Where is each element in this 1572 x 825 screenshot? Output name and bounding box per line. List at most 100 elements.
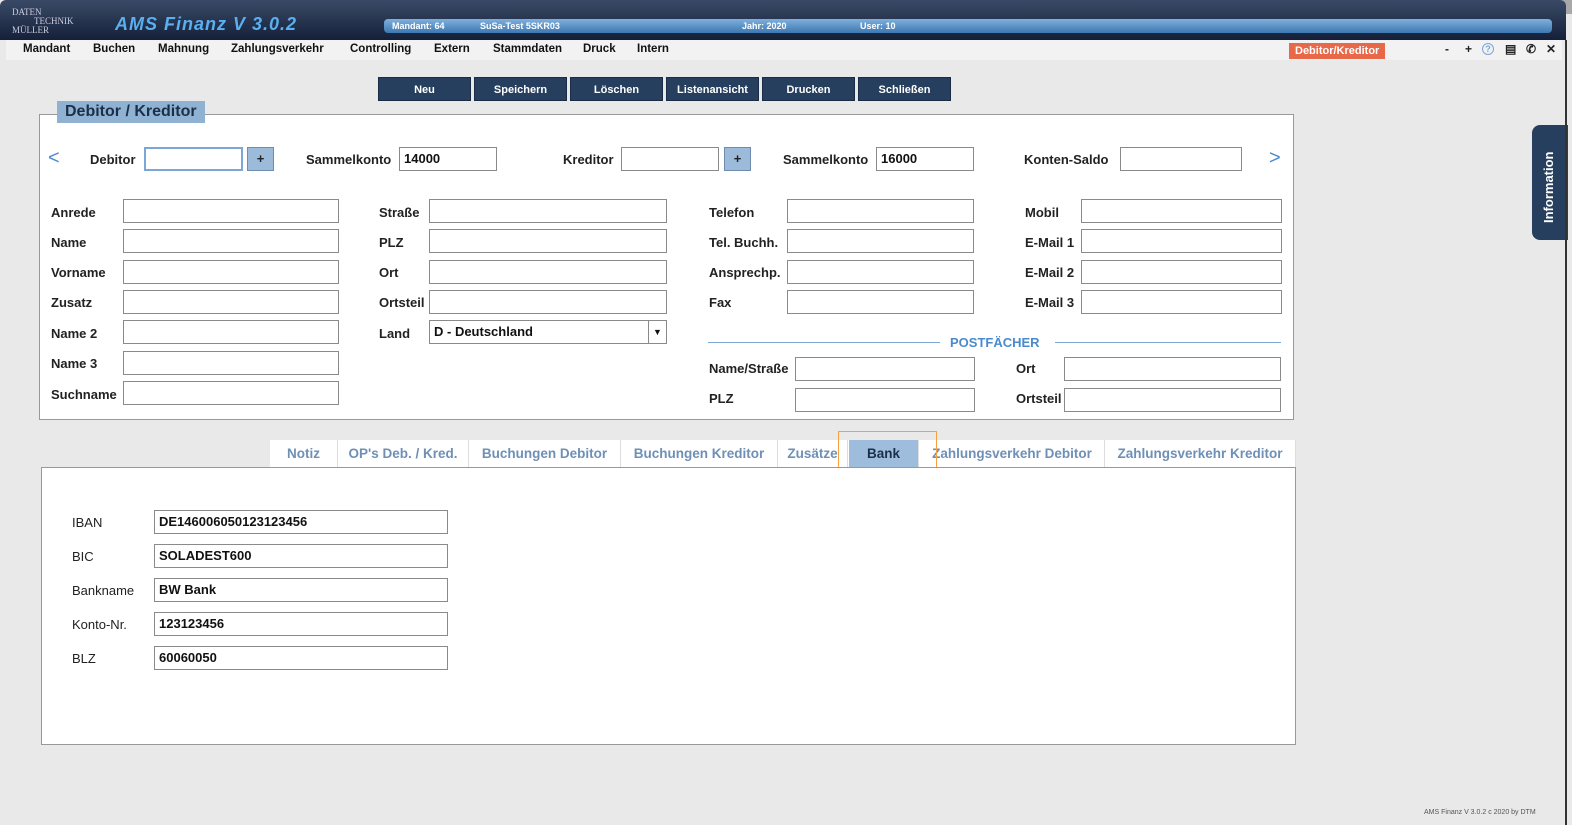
email3-input[interactable] [1081, 290, 1282, 314]
ansprechp-input[interactable] [787, 260, 974, 284]
mobil-input[interactable] [1081, 199, 1282, 223]
new-button[interactable]: Neu [378, 77, 471, 101]
phone-icon[interactable]: ✆ [1526, 42, 1536, 56]
tab-buchungen-debitor[interactable]: Buchungen Debitor [469, 440, 621, 467]
konto-nr-input[interactable]: 123123456 [154, 612, 448, 636]
mobil-label: Mobil [1025, 205, 1059, 220]
debitor-input[interactable] [144, 147, 243, 171]
print-button[interactable]: Drucken [762, 77, 855, 101]
mandant-name: SuSa-Test 5SKR03 [480, 21, 560, 31]
tel-buchh-input[interactable] [787, 229, 974, 253]
tel-buchh-label: Tel. Buchh. [709, 235, 779, 250]
panel-title: Debitor / Kreditor [57, 101, 205, 123]
notes-icon[interactable]: ▤ [1505, 42, 1516, 56]
strasse-label: Straße [379, 205, 420, 220]
pf-ort-input[interactable] [1064, 357, 1281, 381]
delete-button[interactable]: Löschen [570, 77, 663, 101]
tab-ops[interactable]: OP's Deb. / Kred. [338, 440, 469, 467]
bankname-label: Bankname [72, 583, 135, 598]
bic-label: BIC [72, 549, 94, 564]
help-icon[interactable]: ? [1482, 43, 1494, 55]
tab-zahlungsverkehr-kreditor[interactable]: Zahlungsverkehr Kreditor [1105, 440, 1296, 467]
name2-label: Name 2 [51, 326, 98, 341]
maximize-icon[interactable]: + [1465, 42, 1472, 56]
email1-input[interactable] [1081, 229, 1282, 253]
land-value: D - Deutschland [434, 324, 533, 339]
tab-notiz[interactable]: Notiz [270, 440, 338, 467]
email2-input[interactable] [1081, 260, 1282, 284]
pf-name-input[interactable] [795, 357, 975, 381]
window-edge [1565, 40, 1567, 825]
menu-intern[interactable]: Intern [637, 43, 669, 55]
app-title: AMS Finanz V 3.0.2 [115, 14, 298, 34]
prev-record-icon[interactable]: < [48, 147, 60, 170]
logo-line: MÜLLER [12, 25, 49, 35]
name2-input[interactable] [123, 320, 339, 344]
sammelkonto-label: Sammelkonto [783, 152, 869, 167]
ortsteil-input[interactable] [429, 290, 667, 314]
iban-input[interactable]: DE146006050123123456 [154, 510, 448, 534]
menu-mandant[interactable]: Mandant [23, 43, 70, 55]
bank-panel [41, 467, 1296, 745]
minimize-icon[interactable]: - [1445, 42, 1449, 56]
ort-input[interactable] [429, 260, 667, 284]
ortsteil-label: Ortsteil [379, 295, 425, 310]
land-label: Land [379, 326, 411, 341]
chevron-down-icon[interactable]: ▼ [648, 321, 666, 343]
menu-zahlungsverkehr[interactable]: Zahlungsverkehr [231, 43, 324, 55]
blz-input[interactable]: 60060050 [154, 646, 448, 670]
name-label: Name [51, 235, 87, 250]
menu-mahnung[interactable]: Mahnung [158, 43, 209, 55]
pf-ort-label: Ort [1016, 361, 1036, 376]
pf-plz-input[interactable] [795, 388, 975, 412]
information-side-tab[interactable]: Information [1532, 125, 1568, 240]
kreditor-input[interactable] [621, 147, 719, 171]
zusatz-label: Zusatz [51, 295, 93, 310]
menu-extern[interactable]: Extern [434, 43, 470, 55]
divider [708, 342, 940, 343]
suchname-input[interactable] [123, 381, 339, 405]
land-select[interactable]: D - Deutschland ▼ [429, 320, 667, 344]
pf-ortsteil-label: Ortsteil [1016, 391, 1062, 406]
close-button[interactable]: Schließen [858, 77, 951, 101]
mandant-info: Mandant: 64 [392, 21, 445, 31]
plz-input[interactable] [429, 229, 667, 253]
name3-input[interactable] [123, 351, 339, 375]
next-record-icon[interactable]: > [1269, 147, 1281, 170]
pf-ortsteil-input[interactable] [1064, 388, 1281, 412]
divider [1055, 342, 1281, 343]
bic-input[interactable]: SOLADEST600 [154, 544, 448, 568]
list-view-button[interactable]: Listenansicht [666, 77, 759, 101]
menu-stammdaten[interactable]: Stammdaten [493, 43, 562, 55]
fax-label: Fax [709, 295, 732, 310]
plz-label: PLZ [379, 235, 404, 250]
sammelkonto-kreditor-input[interactable]: 16000 [876, 147, 974, 171]
vorname-label: Vorname [51, 265, 106, 280]
ansprechp-label: Ansprechp. [709, 265, 781, 280]
iban-label: IBAN [72, 515, 103, 530]
menu-buchen[interactable]: Buchen [93, 43, 135, 55]
zusatz-input[interactable] [123, 290, 339, 314]
suchname-label: Suchname [51, 387, 117, 402]
close-icon[interactable]: ✕ [1546, 42, 1556, 56]
menu-druck[interactable]: Druck [583, 43, 616, 55]
tab-zahlungsverkehr-debitor[interactable]: Zahlungsverkehr Debitor [920, 440, 1105, 467]
year-info: Jahr: 2020 [742, 21, 787, 31]
vorname-input[interactable] [123, 260, 339, 284]
add-kreditor-button[interactable]: + [724, 147, 751, 171]
fax-input[interactable] [787, 290, 974, 314]
name3-label: Name 3 [51, 356, 98, 371]
sammelkonto-debitor-input[interactable]: 14000 [399, 147, 497, 171]
konten-saldo-input[interactable] [1120, 147, 1242, 171]
add-debitor-button[interactable]: + [247, 147, 274, 171]
telefon-input[interactable] [787, 199, 974, 223]
telefon-label: Telefon [709, 205, 755, 220]
menu-controlling[interactable]: Controlling [350, 43, 411, 55]
pf-name-label: Name/Straße [709, 361, 789, 376]
anrede-input[interactable] [123, 199, 339, 223]
strasse-input[interactable] [429, 199, 667, 223]
bankname-input[interactable]: BW Bank [154, 578, 448, 602]
tab-buchungen-kreditor[interactable]: Buchungen Kreditor [621, 440, 778, 467]
name-input[interactable] [123, 229, 339, 253]
save-button[interactable]: Speichern [474, 77, 567, 101]
